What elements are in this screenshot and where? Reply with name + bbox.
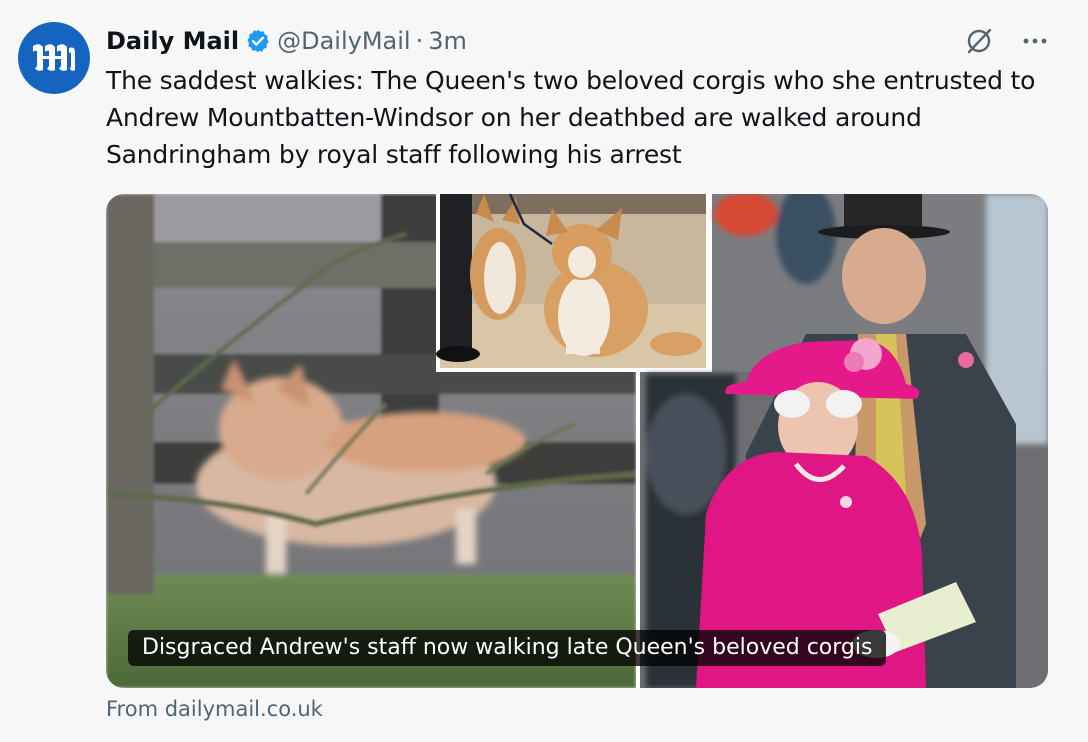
link-source[interactable]: From dailymail.co.uk (106, 697, 323, 721)
daily-mail-logo (33, 44, 75, 71)
separator-dot: · (415, 27, 424, 55)
tweet-text: The saddest walkies: The Queen's two bel… (106, 66, 1036, 169)
avatar[interactable] (18, 22, 90, 94)
link-card[interactable]: Disgraced Andrew's staff now walking lat… (106, 194, 1048, 688)
timestamp[interactable]: 3m (428, 27, 467, 55)
grok-icon[interactable] (964, 26, 994, 56)
verified-badge-icon[interactable] (245, 28, 271, 54)
tweet-actions-top (964, 24, 1050, 58)
tweet[interactable]: Daily Mail @DailyMail · 3m The saddest w… (0, 0, 1088, 742)
author-name[interactable]: Daily Mail (106, 27, 239, 55)
card-image (106, 194, 1048, 688)
tweet-header: Daily Mail @DailyMail · 3m (106, 24, 467, 58)
more-icon[interactable] (1020, 26, 1050, 56)
author-handle[interactable]: @DailyMail (277, 27, 410, 55)
card-caption: Disgraced Andrew's staff now walking lat… (128, 630, 887, 666)
inset-photo (436, 194, 708, 372)
